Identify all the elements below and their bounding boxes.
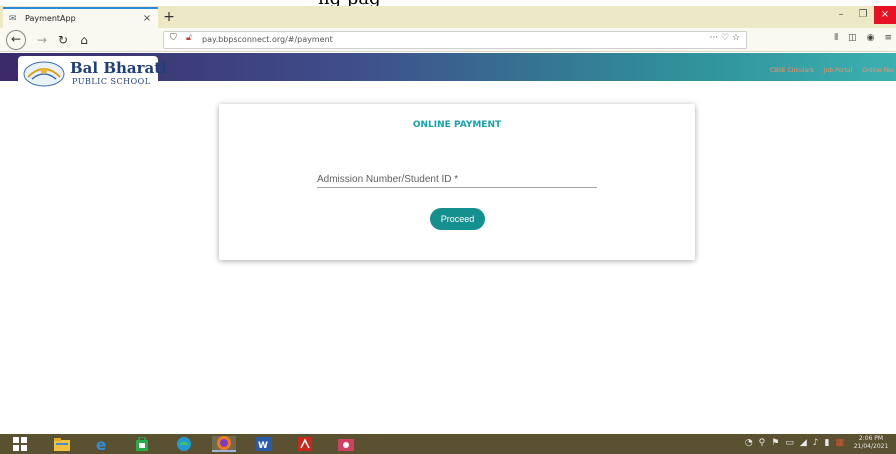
school-subtitle: PUBLIC SCHOOL <box>72 77 151 86</box>
header-link-circulars[interactable]: CBSE Circulars <box>770 67 814 74</box>
browser-nav-bar: ← → ↻ ⌂ ⛉ 🔓︎ pay.bbpsconnect.org/#/payme… <box>0 28 896 52</box>
clock-date: 21/04/2021 <box>853 443 889 450</box>
maximize-button[interactable]: ❐ <box>852 6 874 24</box>
reload-icon[interactable]: ↻ <box>53 30 73 50</box>
minimize-button[interactable]: – <box>830 6 852 24</box>
browser-tab-bar: ✉ PaymentApp × + – ❐ × <box>0 6 896 28</box>
battery-icon[interactable]: ▭ <box>785 438 794 448</box>
insecure-lock-icon[interactable]: 🔓︎ <box>186 33 192 43</box>
word-icon[interactable]: W <box>252 436 276 452</box>
network-icon[interactable]: ◔ <box>745 438 753 448</box>
library-icon[interactable]: ⫴ <box>834 33 838 43</box>
forward-arrow-icon[interactable]: → <box>32 30 52 50</box>
admission-number-field <box>317 172 597 188</box>
svg-text:e: e <box>96 436 106 452</box>
system-tray: ◔ ⚲ ⚑ ▭ ◢ ♪ ▮ ▦ <box>745 438 844 448</box>
address-bar[interactable]: ⛉ 🔓︎ pay.bbpsconnect.org/#/payment ··· ♡… <box>163 31 747 49</box>
shield-icon: ⛉ <box>170 33 177 43</box>
tab-title: PaymentApp <box>25 14 76 23</box>
payment-card: ONLINE PAYMENT Proceed <box>219 104 695 260</box>
sidebar-icon[interactable]: ◫ <box>848 33 857 43</box>
menu-icon[interactable]: ≡ <box>884 33 892 43</box>
browser-tab[interactable]: ✉ PaymentApp × <box>3 7 158 28</box>
windows-start-icon[interactable] <box>8 436 32 452</box>
snip-tool-icon[interactable] <box>334 436 358 452</box>
security-icon[interactable]: ▮ <box>825 438 830 448</box>
new-tab-button[interactable]: + <box>162 9 176 25</box>
taskbar-clock[interactable]: 2:06 PM 21/04/2021 <box>849 435 893 451</box>
edge-icon[interactable] <box>172 436 196 452</box>
admission-number-input[interactable] <box>317 172 597 186</box>
header-links: CBSE Circulars Job Portal Online Fee <box>770 67 894 74</box>
tab-favicon-icon: ✉ <box>9 13 17 24</box>
file-explorer-icon[interactable] <box>50 436 74 452</box>
window-controls: – ❐ × <box>830 6 896 24</box>
url-text: pay.bbpsconnect.org/#/payment <box>202 35 333 44</box>
volume-icon[interactable]: ♪ <box>813 438 819 448</box>
flag-icon[interactable]: ⚑ <box>771 438 779 448</box>
firefox-icon[interactable] <box>212 436 236 452</box>
header-link-fee[interactable]: Online Fee <box>862 67 894 74</box>
antivirus-icon[interactable]: ▦ <box>835 438 844 448</box>
svg-text:W: W <box>258 441 268 451</box>
browser-toolbar-icons: ⫴ ◫ ◉ ≡ <box>834 33 892 43</box>
tab-close-icon[interactable]: × <box>142 13 152 24</box>
screen: ng pag ✉ PaymentApp × + – ❐ × ← → ↻ ⌂ ⛉ … <box>0 0 896 454</box>
home-icon[interactable]: ⌂ <box>74 30 94 50</box>
payment-title: ONLINE PAYMENT <box>412 120 502 130</box>
store-icon[interactable] <box>130 436 154 452</box>
page-actions[interactable]: ··· ♡ ☆ <box>710 33 740 43</box>
people-icon[interactable]: ⚲ <box>759 438 766 448</box>
school-name: Bal Bharati <box>70 59 167 77</box>
close-window-button[interactable]: × <box>874 6 896 24</box>
acrobat-icon[interactable] <box>293 436 317 452</box>
internet-explorer-icon[interactable]: e <box>90 436 114 452</box>
windows-taskbar: e W ◔ ⚲ ⚑ ▭ ◢ ♪ ▮ ▦ 2:06 PM 21/04/2021 <box>0 434 896 454</box>
header-link-jobs[interactable]: Job Portal <box>824 67 852 74</box>
account-icon[interactable]: ◉ <box>867 33 875 43</box>
back-arrow-icon[interactable]: ← <box>6 30 26 50</box>
wifi-icon[interactable]: ◢ <box>800 438 807 448</box>
proceed-button[interactable]: Proceed <box>430 208 485 230</box>
clock-time: 2:06 PM <box>858 435 884 442</box>
school-emblem-icon <box>23 61 65 87</box>
school-logo[interactable]: Bal Bharati PUBLIC SCHOOL <box>18 56 167 90</box>
